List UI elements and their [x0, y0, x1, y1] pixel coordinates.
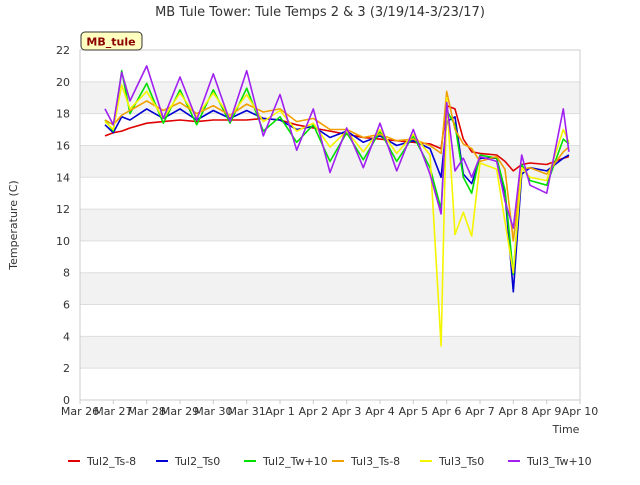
x-tick-label: Apr 6: [432, 405, 462, 418]
x-tick-label: Apr 9: [532, 405, 562, 418]
x-tick-label: Apr 10: [562, 405, 599, 418]
chart-title: MB Tule Tower: Tule Temps 2 & 3 (3/19/14…: [155, 5, 485, 20]
y-tick-label: 14: [56, 171, 70, 184]
y-axis-label: Temperature (C): [7, 180, 20, 270]
x-tick-label: Apr 4: [365, 405, 395, 418]
legend-label: Tul3_Tw+10: [526, 455, 592, 468]
y-tick-label: 2: [63, 362, 70, 375]
y-tick-label: 18: [56, 108, 70, 121]
y-tick-label: 22: [56, 44, 70, 57]
legend-label: Tul2_Tw+10: [262, 455, 328, 468]
line-chart: 0246810121416182022 Mar 26Mar 27Mar 28Ma…: [0, 0, 640, 480]
legend-label: Tul3_Ts0: [438, 455, 484, 468]
x-axis-label: Time: [552, 423, 580, 436]
x-tick-label: Apr 7: [465, 405, 495, 418]
y-tick-label: 16: [56, 139, 70, 152]
x-tick-label: Apr 3: [332, 405, 362, 418]
legend-label: Tul2_Ts-8: [86, 455, 136, 468]
grid-band: [80, 81, 580, 114]
site-label-box: MB_tule: [80, 31, 143, 51]
x-tick-label: Mar 31: [228, 405, 266, 418]
x-tick-label: Apr 5: [399, 405, 429, 418]
legend-label: Tul3_Ts-8: [350, 455, 400, 468]
legend-label: Tul2_Ts0: [174, 455, 220, 468]
y-tick-label: 8: [63, 267, 70, 280]
chart-container: 0 2 4 6 8 10 12 14 16 18 20 22 Mar 26 Mar 27 Mar 28 Ma…: [0, 0, 640, 480]
grid-band: [80, 272, 580, 305]
y-tick-label: 10: [56, 235, 70, 248]
site-label: MB_tule: [86, 36, 135, 49]
x-tick-label: Apr 2: [299, 405, 329, 418]
x-tick-label: Apr 8: [499, 405, 529, 418]
y-tick-label: 12: [56, 203, 70, 216]
y-tick-label: 4: [63, 330, 70, 343]
grid-band: [80, 336, 580, 369]
x-tick-label: Apr 1: [265, 405, 295, 418]
y-tick-label: 20: [56, 76, 70, 89]
y-tick-label: 6: [63, 299, 70, 312]
